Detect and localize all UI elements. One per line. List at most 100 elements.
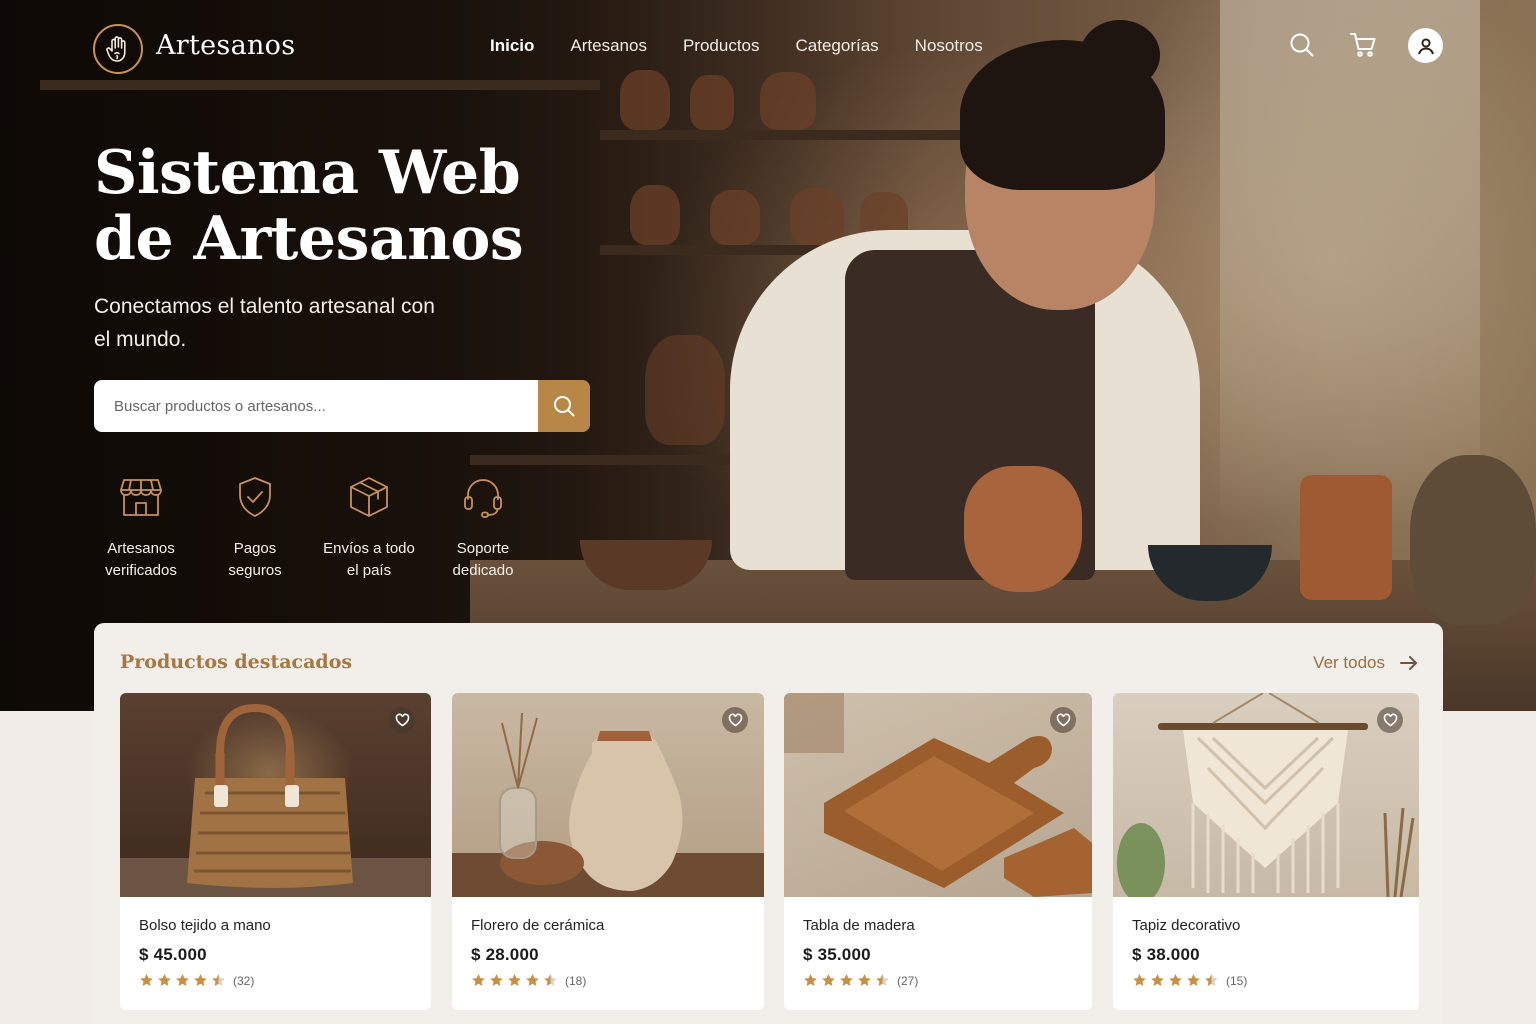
feature-label-line2: verificados (105, 562, 177, 579)
section-title: Productos destacados (120, 651, 353, 673)
feature-nationwide-shipping: Envíos a todo el país (312, 468, 426, 582)
product-card[interactable]: Tabla de madera $ 35.000 (27) (784, 693, 1092, 1010)
feature-secure-payments: Pagos seguros (198, 468, 312, 582)
star-icon (1169, 974, 1182, 986)
star-icon (472, 974, 485, 986)
shelf (470, 455, 770, 465)
ceramic-vase-illustration (452, 712, 764, 897)
cart-icon[interactable] (1346, 28, 1380, 62)
painted-vase (964, 466, 1082, 592)
product-name[interactable]: Tapiz decorativo (1132, 917, 1240, 934)
shield-check-icon (198, 468, 312, 526)
feature-verified-artisans: Artesanos verificados (84, 468, 198, 582)
star-icon (508, 974, 521, 986)
product-card[interactable]: Tapiz decorativo $ 38.000 (15) (1113, 693, 1419, 1010)
feature-label-line2: dedicado (452, 562, 514, 579)
user-icon[interactable] (1408, 28, 1443, 63)
search-input[interactable] (94, 380, 538, 432)
star-rating (803, 973, 893, 988)
product-card[interactable]: Bolso tejido a mano $ 45.000 (32) (120, 693, 431, 1010)
nav-item-inicio[interactable]: Inicio (490, 36, 534, 56)
review-count: (32) (233, 973, 255, 988)
favorite-heart-icon[interactable] (1377, 707, 1403, 733)
feature-label-line2: el país (346, 562, 392, 579)
hero-subtitle: Conectamos el talento artesanal con el m… (94, 295, 435, 351)
star-icon (194, 974, 207, 986)
star-icon (858, 974, 871, 986)
feature-label-line1: Envíos a todo (323, 540, 415, 557)
star-rating (471, 973, 561, 988)
nav-item-productos[interactable]: Productos (683, 36, 760, 56)
review-count: (27) (897, 973, 919, 988)
hero-title: Sistema Web de Artesanos (94, 140, 614, 272)
hero-title-line1: Sistema Web (94, 138, 521, 208)
product-price: $ 38.000 (1132, 945, 1200, 964)
feature-label-line1: Soporte (456, 540, 510, 557)
product-image[interactable] (120, 693, 431, 897)
star-icon (1187, 974, 1200, 986)
large-vase (1410, 455, 1536, 625)
star-icon (158, 974, 171, 986)
product-name[interactable]: Tabla de madera (803, 917, 915, 934)
feature-label-line1: Artesanos (107, 540, 175, 557)
shelf-pot (645, 335, 725, 445)
headset-icon (426, 468, 540, 526)
search-bar (94, 380, 590, 432)
brand-name[interactable]: Artesanos (156, 30, 295, 61)
arrow-right-icon (1399, 655, 1419, 671)
favorite-heart-icon[interactable] (722, 707, 748, 733)
star-icon (804, 974, 817, 986)
hero-title-line2: de Artesanos (94, 204, 524, 274)
feature-list: Artesanos verificados Pagos seguros Enví… (84, 468, 540, 582)
nav-item-nosotros[interactable]: Nosotros (915, 36, 983, 56)
star-icon (526, 974, 539, 986)
search-icon[interactable] (1285, 28, 1319, 62)
top-navbar: Artesanos Inicio Artesanos Productos Cat… (0, 0, 1536, 95)
star-icon (876, 974, 889, 986)
search-button[interactable] (538, 380, 590, 432)
shelf-pot (710, 190, 760, 245)
star-icon (840, 974, 853, 986)
shelf-pot (790, 188, 844, 245)
product-rating: (15) (1132, 973, 1247, 988)
product-image[interactable] (452, 693, 764, 897)
product-name[interactable]: Florero de cerámica (471, 917, 604, 934)
logo-icon[interactable] (93, 24, 143, 74)
star-icon (140, 974, 153, 986)
star-icon (1205, 974, 1218, 986)
product-rating: (32) (139, 973, 254, 988)
star-icon (544, 974, 557, 986)
favorite-heart-icon[interactable] (389, 707, 415, 733)
search-icon (554, 396, 575, 417)
brush-jar (1300, 475, 1392, 600)
featured-products-panel: Productos destacados Ver todos Bolso tej… (94, 623, 1443, 1024)
product-rating: (18) (471, 973, 586, 988)
star-rating (139, 973, 229, 988)
star-rating (1132, 973, 1222, 988)
product-image[interactable] (784, 693, 1092, 897)
favorite-heart-icon[interactable] (1050, 707, 1076, 733)
product-rating: (27) (803, 973, 918, 988)
wooden-board-illustration (784, 693, 1092, 897)
star-icon (176, 974, 189, 986)
nav-item-artesanos[interactable]: Artesanos (570, 36, 647, 56)
see-all-link[interactable]: Ver todos (1313, 653, 1419, 673)
product-image[interactable] (1113, 693, 1419, 897)
shelf-pot (630, 185, 680, 245)
product-card[interactable]: Florero de cerámica $ 28.000 (18) (452, 693, 764, 1010)
star-icon (212, 974, 225, 986)
macrame-tapestry-illustration (1117, 693, 1415, 897)
main-nav: Inicio Artesanos Productos Categorías No… (490, 36, 1019, 56)
see-all-label: Ver todos (1313, 653, 1385, 672)
star-icon (1151, 974, 1164, 986)
product-price: $ 35.000 (803, 945, 871, 964)
feature-label-line1: Pagos (233, 540, 277, 557)
product-name[interactable]: Bolso tejido a mano (139, 917, 271, 934)
nav-item-categorias[interactable]: Categorías (796, 36, 879, 56)
feature-label-line2: seguros (228, 562, 282, 579)
review-count: (15) (1226, 973, 1248, 988)
feature-dedicated-support: Soporte dedicado (426, 468, 540, 582)
review-count: (18) (565, 973, 587, 988)
shelf (600, 130, 1000, 140)
star-icon (1133, 974, 1146, 986)
